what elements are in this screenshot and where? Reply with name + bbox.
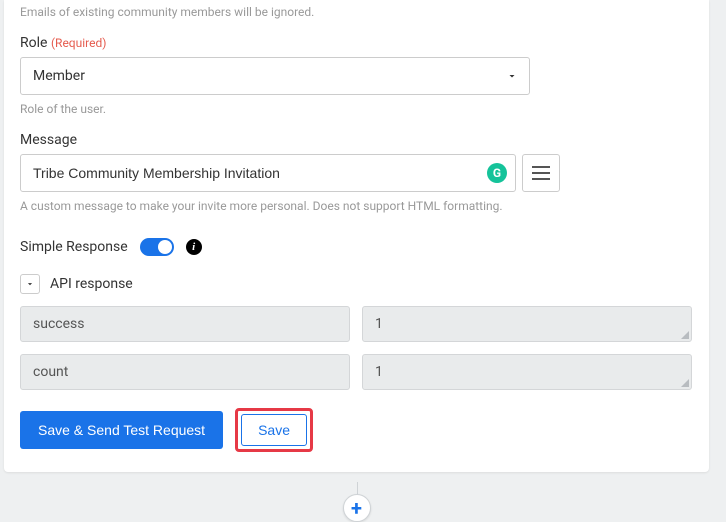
role-required-tag: (Required) [51, 36, 106, 50]
api-response-expand-button[interactable] [20, 274, 40, 294]
simple-response-label: Simple Response [20, 239, 128, 255]
kv-key-text: count [33, 364, 68, 380]
add-step-area: + [4, 482, 709, 522]
save-button[interactable]: Save [241, 414, 307, 446]
chevron-down-icon [506, 70, 518, 82]
kv-key-cell[interactable]: count [20, 354, 350, 390]
toggle-knob [158, 240, 172, 254]
role-select[interactable]: Member [20, 57, 530, 95]
api-response-label: API response [50, 276, 133, 292]
kv-row: success 1 [20, 306, 693, 342]
kv-val-text: 1 [375, 364, 383, 380]
kv-key-cell[interactable]: success [20, 306, 350, 342]
role-helper-text: Role of the user. [20, 101, 693, 118]
info-icon[interactable]: i [186, 239, 202, 255]
kv-val-cell[interactable]: 1 [362, 354, 692, 390]
emails-helper-text: Emails of existing community members wil… [20, 0, 693, 21]
message-helper-text: A custom message to make your invite mor… [20, 198, 693, 215]
form-panel: Emails of existing community members wil… [4, 0, 709, 472]
message-label: Message [20, 132, 693, 148]
kv-val-text: 1 [375, 316, 383, 332]
role-label-row: Role (Required) [20, 35, 693, 51]
resize-handle-icon[interactable] [681, 331, 689, 339]
role-value: Member [33, 68, 85, 84]
kv-row: count 1 [20, 354, 693, 390]
add-step-button[interactable]: + [343, 494, 371, 522]
simple-response-toggle[interactable] [140, 238, 174, 256]
chevron-down-icon [25, 279, 35, 289]
kv-key-text: success [33, 316, 84, 332]
menu-icon [532, 166, 550, 180]
resize-handle-icon[interactable] [681, 379, 689, 387]
role-label: Role [20, 35, 47, 51]
save-button-highlight: Save [235, 408, 313, 452]
grammarly-icon[interactable]: G [487, 163, 507, 183]
kv-val-cell[interactable]: 1 [362, 306, 692, 342]
message-input[interactable] [31, 155, 475, 191]
message-options-button[interactable] [522, 154, 560, 192]
save-send-test-button[interactable]: Save & Send Test Request [20, 411, 223, 449]
